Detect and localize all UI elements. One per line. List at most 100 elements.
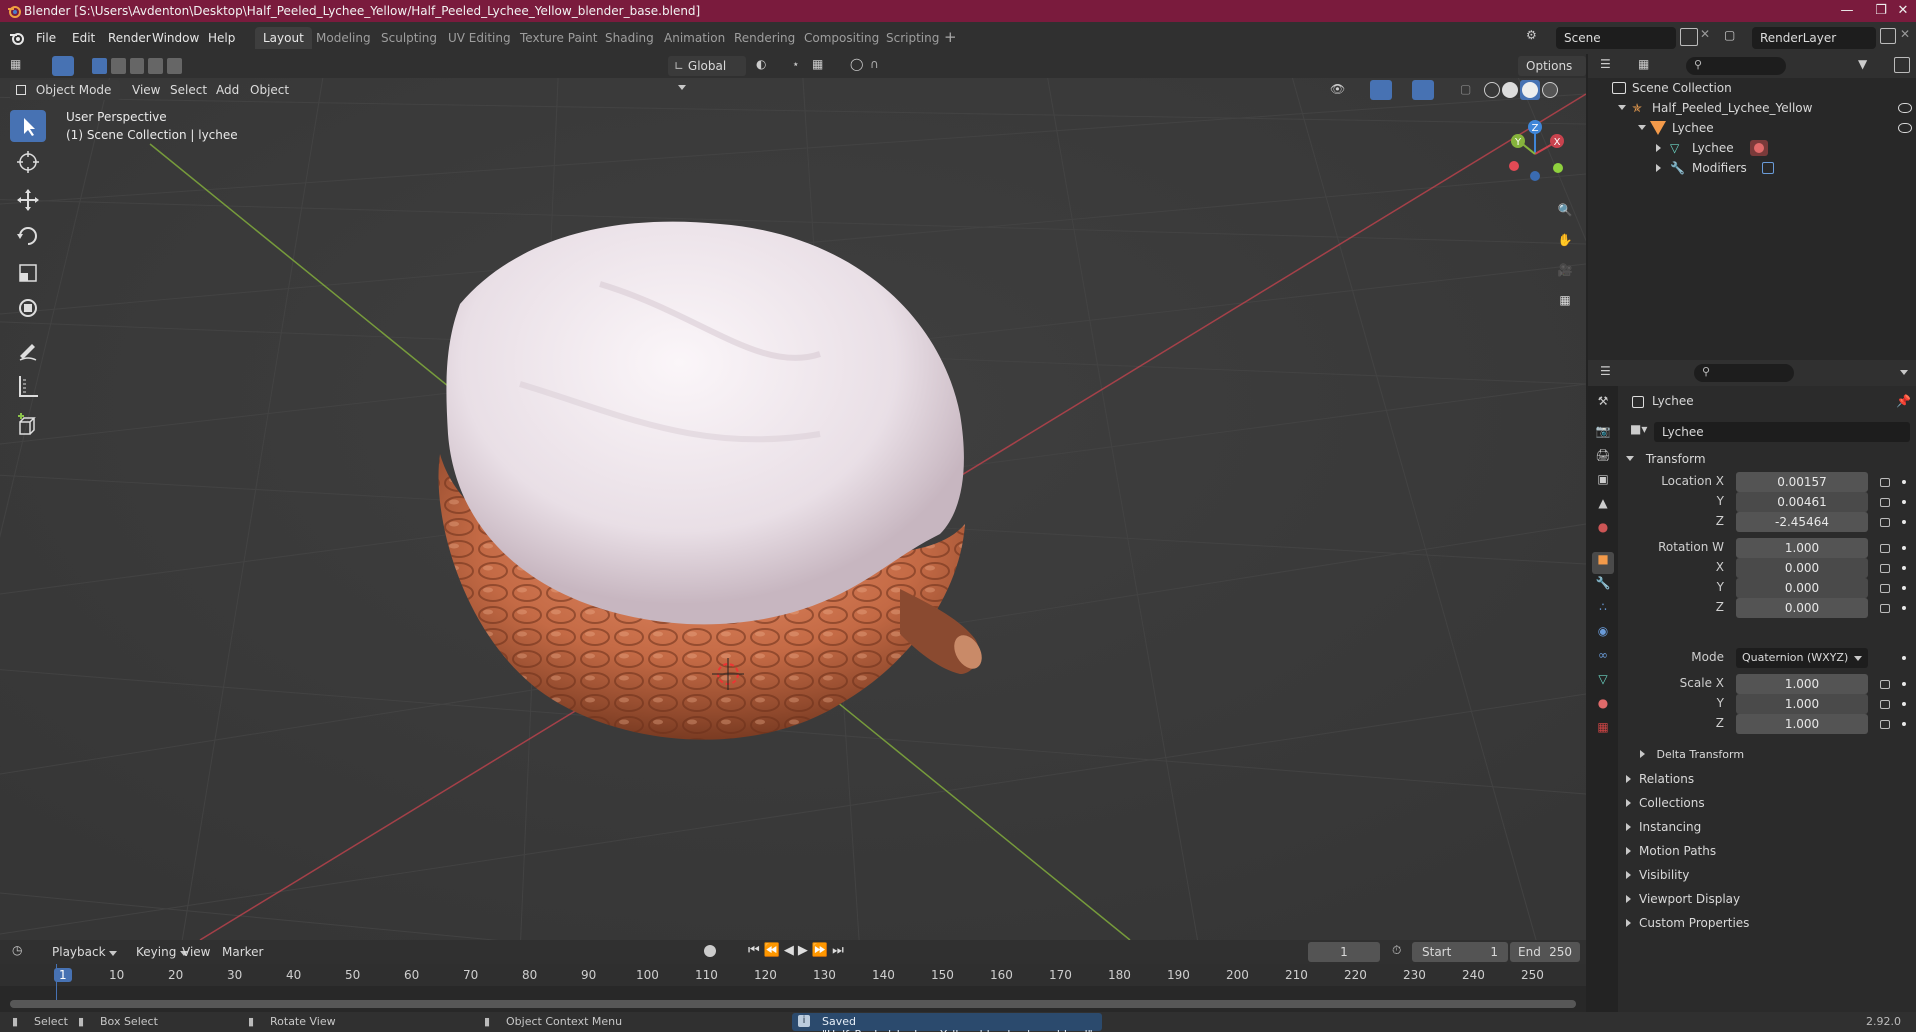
modifier-tab-icon[interactable]: 🔧 xyxy=(1592,576,1614,598)
lock-icon[interactable] xyxy=(1880,584,1890,593)
expand-arrow-icon[interactable] xyxy=(1618,105,1626,110)
visibility-eye-icon[interactable] xyxy=(1898,103,1912,113)
material-tab-icon[interactable]: ● xyxy=(1592,696,1614,718)
outliner-row-lychee-object[interactable]: Lychee xyxy=(1588,118,1916,138)
lock-icon[interactable] xyxy=(1880,544,1890,553)
outliner-editor-type-icon[interactable]: ☰ xyxy=(1600,57,1611,71)
tab-texture-paint[interactable]: Texture Paint xyxy=(512,27,605,49)
object-browse-icon[interactable]: ■▾ xyxy=(1630,422,1654,442)
lock-icon[interactable] xyxy=(1880,518,1890,527)
navigation-gizmo[interactable]: Z X Y xyxy=(1500,114,1580,194)
gizmo-neg-z-icon[interactable] xyxy=(1530,171,1540,181)
pivot-point-icon[interactable]: ◐ xyxy=(756,57,766,71)
outliner-row-lychee-mesh[interactable]: ▽ Lychee xyxy=(1588,138,1916,158)
constraints-tab-icon[interactable]: ∞ xyxy=(1592,648,1614,670)
physics-tab-icon[interactable]: ◉ xyxy=(1592,624,1614,646)
rotation-w-field[interactable]: 1.000 xyxy=(1736,538,1868,558)
expand-arrow-icon[interactable] xyxy=(1656,164,1661,172)
scene-selector[interactable]: Scene xyxy=(1556,27,1676,49)
tab-rendering[interactable]: Rendering xyxy=(726,27,803,49)
location-z-field[interactable]: -2.45464 xyxy=(1736,512,1868,532)
outliner-row-scene-collection[interactable]: Scene Collection xyxy=(1588,78,1916,98)
scale-y-field[interactable]: 1.000 xyxy=(1736,694,1868,714)
expand-arrow-icon[interactable] xyxy=(1656,144,1661,152)
expand-arrow-icon[interactable] xyxy=(1638,125,1646,130)
tool-rotate[interactable] xyxy=(10,220,46,252)
location-x-field[interactable]: 0.00157 xyxy=(1736,472,1868,492)
gizmo-neg-y-icon[interactable] xyxy=(1553,163,1563,173)
new-collection-icon[interactable] xyxy=(1894,57,1910,73)
zoom-view-icon[interactable]: 🔍 xyxy=(1553,198,1577,222)
lock-icon[interactable] xyxy=(1880,478,1890,487)
menu-marker[interactable]: Marker xyxy=(216,941,269,963)
xray-toggle-icon[interactable]: ▢ xyxy=(1460,82,1471,96)
stopwatch-icon[interactable]: ⏱ xyxy=(1392,943,1401,958)
visibility-toggle-icon[interactable]: 👁 xyxy=(1330,82,1345,96)
editor-type-icon[interactable]: ▦ xyxy=(10,57,40,75)
menu-add[interactable]: Add xyxy=(210,79,245,101)
viewport-display-section-header[interactable]: Viewport Display xyxy=(1626,888,1906,910)
lock-icon[interactable] xyxy=(1880,498,1890,507)
select-tool-icon[interactable] xyxy=(52,56,74,76)
filter-icon[interactable]: ▼ xyxy=(1858,57,1867,71)
lock-icon[interactable] xyxy=(1880,720,1890,729)
transform-orientation-dropdown[interactable]: ∟ Global xyxy=(668,56,746,90)
tool-annotate[interactable] xyxy=(10,334,46,366)
timeline-area[interactable]: 1 10 20 30 40 50 60 70 80 90 100 110 120 130 140 150 160… xyxy=(0,964,1586,1012)
render-tab-icon[interactable]: 📷 xyxy=(1592,424,1614,446)
gizmo-toggle-icon[interactable] xyxy=(1370,80,1392,100)
keyframe-dot-icon[interactable] xyxy=(1902,702,1906,706)
menu-object[interactable]: Object xyxy=(244,79,295,101)
chevron-down-icon[interactable] xyxy=(1900,370,1908,375)
tool-select-box[interactable] xyxy=(10,110,46,142)
view-layer-browse-icon[interactable]: ▢ xyxy=(1724,28,1752,48)
tool-transform[interactable] xyxy=(10,292,46,324)
menu-timeline-view[interactable]: View xyxy=(176,941,216,963)
object-tab-icon[interactable]: ■ xyxy=(1592,552,1614,574)
collections-section-header[interactable]: Collections xyxy=(1626,792,1906,814)
tab-uv-editing[interactable]: UV Editing xyxy=(440,27,519,49)
timeline-scrollbar[interactable] xyxy=(10,1000,1576,1008)
delta-transform-subpanel[interactable]: Delta Transform xyxy=(1640,744,1900,766)
keyframe-dot-icon[interactable] xyxy=(1902,656,1906,660)
relations-section-header[interactable]: Relations xyxy=(1626,768,1906,790)
end-frame-field[interactable]: End 250 xyxy=(1510,942,1580,962)
snap-icon[interactable]: ⋆ xyxy=(792,57,800,71)
blender-menu-icon[interactable] xyxy=(8,30,26,46)
tool-cursor[interactable] xyxy=(10,146,46,178)
tab-layout[interactable]: Layout xyxy=(255,27,312,49)
keyframe-dot-icon[interactable] xyxy=(1902,682,1906,686)
menu-file[interactable]: File xyxy=(30,28,62,48)
tool-tab-icon[interactable]: ⚒ xyxy=(1592,394,1614,416)
timeline-editor-type-icon[interactable]: ◷ xyxy=(12,943,22,957)
menu-select[interactable]: Select xyxy=(164,79,213,101)
keyframe-dot-icon[interactable] xyxy=(1902,566,1906,570)
delete-scene-icon[interactable]: ✕ xyxy=(1700,27,1710,41)
texture-tab-icon[interactable]: ▦ xyxy=(1592,720,1614,742)
select-subtract-icon[interactable] xyxy=(129,58,145,74)
mode-dropdown[interactable]: Object Mode xyxy=(10,80,120,100)
select-invert-icon[interactable] xyxy=(148,58,164,74)
select-new-icon[interactable] xyxy=(92,58,107,74)
tool-measure[interactable] xyxy=(10,370,46,402)
select-intersect-icon[interactable] xyxy=(167,58,182,74)
jump-end-icon[interactable]: ⏭ xyxy=(832,943,848,958)
keyframe-dot-icon[interactable] xyxy=(1902,722,1906,726)
rendered-shading-icon[interactable] xyxy=(1542,82,1558,98)
new-scene-icon[interactable] xyxy=(1680,28,1698,46)
lock-icon[interactable] xyxy=(1880,680,1890,689)
keyframe-dot-icon[interactable] xyxy=(1902,520,1906,524)
tool-add-cube[interactable] xyxy=(10,410,46,442)
add-workspace-icon[interactable]: + xyxy=(944,28,957,46)
display-mode-icon[interactable]: ▦ xyxy=(1638,57,1649,71)
visibility-section-header[interactable]: Visibility xyxy=(1626,864,1906,886)
lock-icon[interactable] xyxy=(1880,700,1890,709)
pan-view-icon[interactable]: ✋ xyxy=(1553,228,1577,252)
next-keyframe-icon[interactable]: ⏩ xyxy=(812,943,832,958)
keyframe-dot-icon[interactable] xyxy=(1902,500,1906,504)
menu-help[interactable]: Help xyxy=(202,28,241,48)
tab-animation[interactable]: Animation xyxy=(656,27,733,49)
options-dropdown[interactable]: Options xyxy=(1518,56,1586,90)
view-layer-selector[interactable]: RenderLayer xyxy=(1752,27,1876,49)
menu-playback[interactable]: Playback xyxy=(46,941,123,963)
